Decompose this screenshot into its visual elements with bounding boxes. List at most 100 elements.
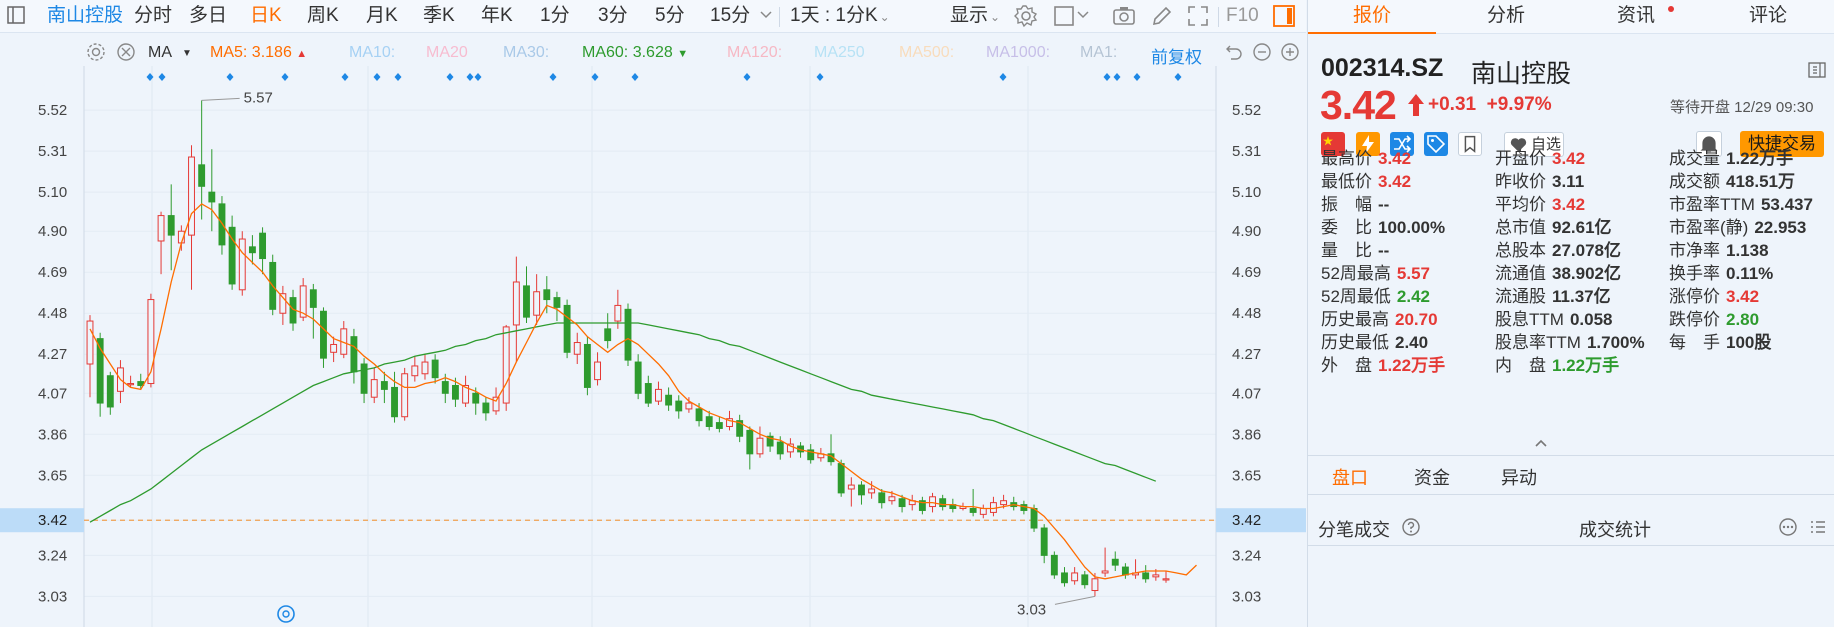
y-tick-label-left: 4.69 (38, 264, 67, 281)
ma250-legend: MA250 (814, 44, 865, 61)
candle-down (523, 285, 530, 318)
bookmark-icon[interactable] (1458, 132, 1482, 156)
stat-label: 跌停价 (1669, 310, 1720, 329)
stat-item: 委 比 100.00% (1321, 218, 1445, 238)
chevron-down-icon[interactable]: ▼ (182, 48, 192, 59)
candle-down (106, 375, 114, 408)
candle-down (624, 308, 632, 361)
tick-trade-title[interactable]: 分笔成交 (1318, 516, 1390, 542)
ma-label[interactable]: MA (148, 44, 172, 62)
stat-value: 3.42 (1552, 195, 1586, 214)
candle-up (979, 508, 987, 515)
stat-label: 历史最低 (1321, 333, 1389, 352)
stat-value: 22.953 (1754, 218, 1807, 237)
kline-chart[interactable]: 5.52 5.52 5.31 5.31 5.10 5.10 4.90 4.90 4.69 4.69… (0, 0, 1306, 627)
close-icon[interactable] (116, 42, 136, 62)
stat-item: 流通股 11.37亿 (1495, 287, 1611, 307)
stat-item: 股息TTM 0.058 (1495, 310, 1612, 330)
price-adjust-button[interactable]: 前复权 (1151, 43, 1202, 68)
quote-panel: 报价 分析 资讯 评论 002314.SZ 南山控股 3.42 +0.31 +9… (1307, 0, 1834, 627)
candle-up (1091, 578, 1099, 592)
stat-item: 平均价 3.42 (1495, 195, 1585, 215)
gear-icon[interactable] (86, 42, 106, 62)
y-tick-label-right: 5.31 (1232, 143, 1261, 160)
stat-label: 成交额 (1669, 172, 1720, 191)
stat-value: 92.61亿 (1552, 218, 1612, 237)
price-change: +0.31 +9.97% (1428, 94, 1552, 116)
stat-value: 3.42 (1552, 149, 1586, 168)
stat-label: 流通值 (1495, 264, 1546, 283)
candle-down (472, 392, 480, 404)
help-icon[interactable] (1401, 517, 1421, 537)
tick-trade-header: 分笔成交 成交统计 (1308, 502, 1834, 546)
stat-label: 开盘价 (1495, 149, 1546, 168)
stat-label: 成交量 (1669, 149, 1720, 168)
candle-down (563, 304, 571, 353)
list-icon[interactable] (1808, 517, 1828, 537)
stat-label: 总股本 (1495, 241, 1546, 260)
stat-value: 100股 (1726, 333, 1772, 352)
candle-up (594, 361, 601, 381)
tab-orderbook[interactable]: 盘口 (1332, 464, 1368, 490)
current-price-label-left: 3.42 (38, 512, 67, 529)
candle-up (127, 383, 135, 386)
candle-down (360, 363, 368, 394)
candle-down (858, 484, 865, 496)
y-tick-label-right: 3.03 (1232, 588, 1261, 605)
tab-fund-flow[interactable]: 资金 (1414, 464, 1450, 490)
tab-news[interactable]: 资讯 (1572, 0, 1700, 34)
trade-stats-title[interactable]: 成交统计 (1579, 516, 1651, 542)
stock-code: 002314.SZ (1321, 54, 1444, 82)
candle-down (898, 498, 906, 508)
stat-label: 股息率TTM (1495, 333, 1581, 352)
y-tick-label-right: 4.27 (1232, 346, 1261, 363)
y-tick-label-right: 4.69 (1232, 264, 1261, 281)
stat-value: -- (1378, 195, 1390, 214)
candle-down (837, 463, 845, 494)
tab-unusual[interactable]: 异动 (1501, 464, 1537, 490)
stat-item: 52周最低 2.42 (1321, 287, 1430, 307)
collapse-panel-icon[interactable] (1808, 62, 1826, 78)
tag-icon[interactable] (1424, 132, 1448, 156)
y-tick-label-left: 3.24 (38, 547, 67, 564)
stat-value: 418.51万 (1726, 172, 1795, 191)
tab-comments[interactable]: 评论 (1704, 0, 1832, 34)
stat-item: 内 盘 1.22万手 (1495, 356, 1619, 376)
candle-down (939, 498, 947, 508)
stat-label: 量 比 (1321, 241, 1372, 260)
candle-up (614, 304, 622, 322)
stat-item: 成交量 1.22万手 (1669, 149, 1793, 169)
candle-down (746, 429, 754, 455)
tab-quote[interactable]: 报价 (1308, 0, 1436, 34)
ma60-legend: MA60: 3.628 ▼ (582, 44, 688, 62)
quote-tabs: 报价 分析 资讯 评论 (1308, 0, 1834, 34)
stat-value: 0.11% (1726, 264, 1774, 283)
candle-down (1081, 574, 1089, 586)
ma5-legend: MA5: 3.186 ▲ (210, 44, 307, 62)
y-tick-label-left: 4.48 (38, 305, 67, 322)
candle-up (370, 379, 378, 398)
candle-down (715, 422, 723, 429)
stat-item: 总股本 27.078亿 (1495, 241, 1621, 261)
chevron-up-icon[interactable] (1534, 438, 1548, 448)
stat-value: 1.22万手 (1552, 356, 1620, 375)
stat-item: 振 幅 -- (1321, 195, 1389, 215)
zoom-out-icon[interactable] (1252, 42, 1272, 62)
down-arrow-icon: ▼ (677, 48, 689, 60)
stat-item: 跌停价 2.80 (1669, 310, 1759, 330)
candle-up (1000, 500, 1008, 506)
y-tick-label-left: 4.90 (38, 223, 67, 240)
undo-icon[interactable] (1224, 42, 1244, 62)
more-icon[interactable] (1778, 517, 1798, 537)
stat-label: 市净率 (1669, 241, 1720, 260)
zoom-in-icon[interactable] (1280, 42, 1300, 62)
stat-label: 平均价 (1495, 195, 1546, 214)
candle-down (350, 336, 358, 373)
stat-value: 2.40 (1395, 333, 1429, 352)
app-window: 南山控股 分时 多日 日K 周K 月K 季K 年K 1分 3分 5分 15分 1… (0, 0, 1834, 627)
tab-analysis[interactable]: 分析 (1442, 0, 1570, 34)
candle-up (411, 365, 419, 377)
stat-item: 量 比 -- (1321, 241, 1389, 261)
candle-down (451, 384, 459, 400)
stat-item: 52周最高 5.57 (1321, 264, 1430, 284)
